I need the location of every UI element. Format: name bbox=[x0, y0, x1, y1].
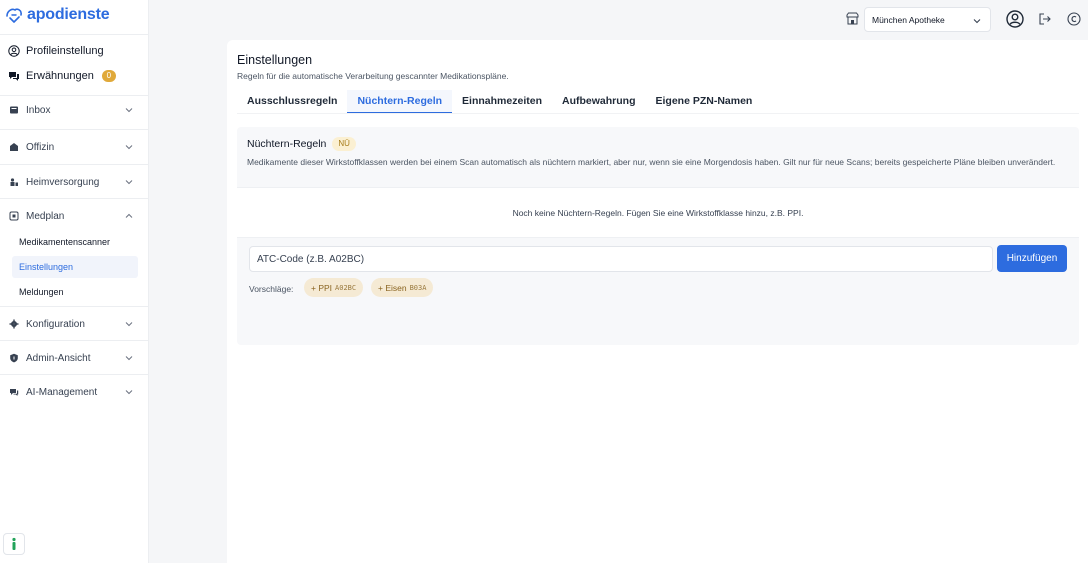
chevron-down-icon bbox=[125, 145, 133, 150]
heimversorgung-icon bbox=[8, 176, 20, 188]
copyright-icon bbox=[1067, 12, 1081, 26]
logout-button[interactable] bbox=[1036, 10, 1054, 28]
profile-settings-label: Profileinstellung bbox=[26, 45, 104, 57]
sidebar-subitem-medikamentenscanner[interactable]: Medikamentenscanner bbox=[12, 231, 138, 253]
sidebar-item-inbox[interactable]: Inbox bbox=[8, 101, 136, 119]
logo-icon bbox=[6, 7, 22, 23]
sidebar-item-label: Konfiguration bbox=[26, 318, 85, 330]
info-icon bbox=[12, 537, 16, 550]
chevron-down-icon bbox=[125, 108, 133, 113]
empty-state: Noch keine Nüchtern-Regeln. Fügen Sie ei… bbox=[237, 187, 1079, 238]
user-circle-icon bbox=[8, 45, 20, 57]
suggestion-chip-label: + PPI bbox=[311, 282, 333, 293]
chevron-down-icon bbox=[125, 322, 133, 327]
divider bbox=[0, 306, 149, 307]
sidebar-subitem-meldungen[interactable]: Meldungen bbox=[12, 281, 138, 303]
user-circle-icon bbox=[1006, 10, 1024, 28]
chat-icon bbox=[8, 70, 20, 82]
medplan-icon bbox=[8, 210, 20, 222]
settings-tabs: Ausschlussregeln Nüchtern-Regeln Einnahm… bbox=[237, 90, 762, 113]
page-title: Einstellungen bbox=[237, 53, 313, 67]
divider bbox=[0, 34, 149, 35]
panel-header: Nüchtern-Regeln NÜ Medikamente dieser Wi… bbox=[247, 137, 1077, 168]
divider bbox=[0, 198, 149, 199]
atc-code-placeholder: ATC-Code (z.B. A02BC) bbox=[257, 253, 365, 265]
mentions-link[interactable]: Erwähnungen 0 bbox=[8, 70, 116, 82]
panel-title-row: Nüchtern-Regeln NÜ bbox=[247, 137, 1077, 151]
suggestions-label: Vorschläge: bbox=[249, 284, 294, 294]
mentions-count-badge: 0 bbox=[101, 70, 116, 82]
mentions-label: Erwähnungen bbox=[26, 70, 94, 82]
store-select-value: München Apotheke bbox=[872, 14, 945, 25]
sidebar-item-label: Inbox bbox=[26, 104, 51, 116]
brand-logo[interactable]: apodienste bbox=[5, 6, 110, 24]
copyright-button[interactable] bbox=[1065, 10, 1083, 28]
chevron-down-icon bbox=[125, 390, 133, 395]
suggestion-chip-eisen[interactable]: + Eisen B03A bbox=[371, 278, 434, 297]
suggestion-chip-label: + Eisen bbox=[378, 282, 407, 293]
divider bbox=[0, 95, 149, 96]
atc-code-input[interactable]: ATC-Code (z.B. A02BC) bbox=[249, 246, 993, 272]
chevron-up-icon bbox=[125, 213, 133, 218]
sidebar-item-label: Medplan bbox=[26, 210, 65, 222]
sidebar-item-label: Admin-Ansicht bbox=[26, 352, 91, 364]
panel-description: Medikamente dieser Wirkstoffklassen werd… bbox=[247, 157, 1056, 167]
logout-icon bbox=[1039, 13, 1051, 25]
chevron-down-icon bbox=[973, 19, 981, 24]
sidebar-item-konfiguration[interactable]: Konfiguration bbox=[8, 315, 136, 333]
profile-settings-link[interactable]: Profileinstellung bbox=[8, 45, 104, 57]
suggestion-chip-ppi[interactable]: + PPI A02BC bbox=[304, 278, 364, 297]
chevron-down-icon bbox=[125, 180, 133, 185]
page-subtitle: Regeln für die automatische Verarbeitung… bbox=[237, 71, 509, 81]
sidebar-item-offizin[interactable]: Offizin bbox=[8, 138, 136, 156]
add-button[interactable]: Hinzufügen bbox=[997, 245, 1067, 272]
store-select[interactable]: München Apotheke bbox=[864, 7, 991, 32]
store-icon bbox=[846, 12, 859, 25]
tab-einnahmezeiten[interactable]: Einnahmezeiten bbox=[452, 90, 552, 113]
sidebar-subitem-einstellungen[interactable]: Einstellungen bbox=[12, 256, 138, 278]
chevron-down-icon bbox=[125, 356, 133, 361]
help-button[interactable] bbox=[3, 533, 25, 555]
brand-name: apodienste bbox=[27, 6, 110, 23]
sidebar: apodienste Profileinstellung Erwähnungen… bbox=[0, 0, 149, 563]
settings-card: Einstellungen Regeln für die automatisch… bbox=[227, 40, 1088, 563]
status-badge: NÜ bbox=[332, 137, 356, 151]
tab-nuechtern-regeln[interactable]: Nüchtern-Regeln bbox=[347, 90, 453, 113]
sidebar-item-medplan[interactable]: Medplan bbox=[8, 207, 136, 225]
panel-title: Nüchtern-Regeln bbox=[247, 138, 327, 150]
nuechtern-rules-panel: Nüchtern-Regeln NÜ Medikamente dieser Wi… bbox=[237, 127, 1079, 345]
empty-state-text: Noch keine Nüchtern-Regeln. Fügen Sie ei… bbox=[512, 207, 804, 218]
sidebar-item-admin-ansicht[interactable]: Admin-Ansicht bbox=[8, 349, 136, 367]
gear-icon bbox=[8, 318, 20, 330]
divider bbox=[0, 129, 149, 130]
divider bbox=[0, 340, 149, 341]
sidebar-item-ai-management[interactable]: AI-Management bbox=[8, 383, 136, 401]
offizin-icon bbox=[8, 141, 20, 153]
suggestion-chip-code: A02BC bbox=[335, 283, 357, 292]
ai-icon bbox=[8, 386, 20, 398]
sidebar-item-heimversorgung[interactable]: Heimversorgung bbox=[8, 173, 136, 191]
divider bbox=[237, 113, 1079, 114]
tab-ausschlussregeln[interactable]: Ausschlussregeln bbox=[237, 90, 347, 113]
tab-eigene-pzn-namen[interactable]: Eigene PZN-Namen bbox=[645, 90, 762, 113]
tab-aufbewahrung[interactable]: Aufbewahrung bbox=[552, 90, 646, 113]
sidebar-item-label: Heimversorgung bbox=[26, 176, 100, 188]
sidebar-item-label: AI-Management bbox=[26, 386, 98, 398]
shield-icon bbox=[8, 352, 20, 364]
suggestion-chip-code: B03A bbox=[409, 283, 427, 292]
divider bbox=[0, 374, 149, 375]
sidebar-item-label: Offizin bbox=[26, 141, 55, 153]
divider bbox=[0, 164, 149, 165]
inbox-icon bbox=[8, 104, 20, 116]
account-button[interactable] bbox=[1006, 10, 1024, 28]
